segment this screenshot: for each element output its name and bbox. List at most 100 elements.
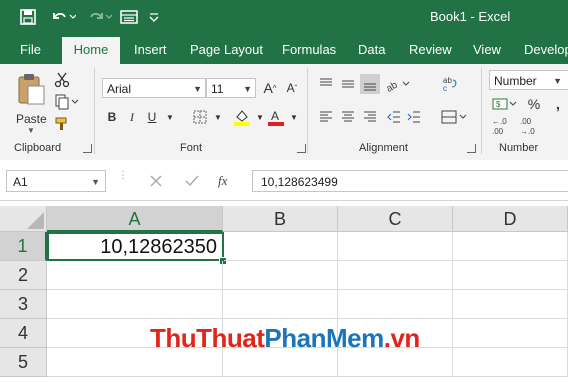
tab-developer[interactable]: Develop	[524, 35, 568, 64]
decrease-font-size-icon[interactable]: Aˇ	[282, 78, 302, 98]
cell-a2[interactable]	[47, 261, 223, 290]
tab-page-layout[interactable]: Page Layout	[190, 35, 263, 64]
form-icon[interactable]	[118, 6, 140, 28]
tab-data[interactable]: Data	[358, 35, 385, 64]
increase-font-size-icon[interactable]: A ^	[260, 78, 280, 98]
orientation-icon[interactable]: ab	[384, 74, 412, 94]
paste-dropdown-icon[interactable]: ▼	[27, 126, 35, 135]
number-format-combo[interactable]: Number ▼	[489, 70, 568, 90]
tab-insert[interactable]: Insert	[134, 35, 167, 64]
svg-text:ab: ab	[385, 79, 400, 92]
group-divider	[94, 68, 95, 154]
number-group-label: Number	[499, 142, 539, 154]
formula-bar-divider-dots[interactable]: ⋮	[118, 171, 128, 189]
italic-icon[interactable]: I	[122, 107, 142, 127]
number-format-value: Number	[494, 74, 537, 88]
cell-d1[interactable]	[453, 232, 568, 261]
merge-center-icon[interactable]	[440, 107, 468, 127]
cell-b3[interactable]	[223, 290, 338, 319]
align-left-icon[interactable]	[316, 107, 336, 127]
bold-icon[interactable]: B	[102, 107, 122, 127]
enter-check-icon[interactable]	[182, 171, 202, 191]
cell-a3[interactable]	[47, 290, 223, 319]
cell-a1[interactable]: 10,12862350	[47, 232, 224, 261]
tab-file[interactable]: File	[20, 35, 41, 64]
cut-icon[interactable]	[52, 70, 72, 90]
tab-review[interactable]: Review	[409, 35, 452, 64]
font-group-label: Font	[180, 142, 203, 154]
column-header-c[interactable]: C	[338, 206, 453, 232]
align-middle-icon[interactable]	[338, 74, 358, 94]
format-painter-icon[interactable]	[52, 114, 72, 134]
comma-style-icon[interactable]: ,	[548, 94, 568, 114]
row-header-4[interactable]: 4	[0, 319, 47, 348]
cell-c3[interactable]	[338, 290, 453, 319]
underline-dropdown-icon[interactable]: ▼	[160, 107, 180, 127]
name-box[interactable]: A1 ▼	[6, 170, 106, 192]
watermark-part-3: .vn	[383, 323, 421, 353]
select-all-corner[interactable]	[0, 206, 47, 232]
cell-d5[interactable]	[453, 348, 568, 377]
insert-function-button[interactable]: fx	[218, 171, 240, 191]
cell-c1[interactable]	[338, 232, 453, 261]
font-size-value: 11	[211, 82, 224, 96]
redo-icon[interactable]	[84, 6, 114, 28]
cancel-icon[interactable]	[146, 171, 166, 191]
formula-content: 10,128623499	[261, 175, 338, 189]
underline-icon[interactable]: U	[142, 107, 162, 127]
cell-d3[interactable]	[453, 290, 568, 319]
align-right-icon[interactable]	[360, 107, 380, 127]
title-bar: Book1 - Excel	[0, 0, 568, 35]
alignment-group-label: Alignment	[359, 142, 408, 154]
borders-icon[interactable]	[190, 107, 210, 127]
row-header-2[interactable]: 2	[0, 261, 47, 290]
align-top-icon[interactable]	[316, 74, 336, 94]
group-divider	[481, 68, 482, 154]
alignment-launcher-icon[interactable]	[467, 144, 476, 153]
wrap-text-icon[interactable]: ab c	[440, 74, 460, 94]
undo-icon[interactable]	[48, 6, 78, 28]
align-bottom-icon[interactable]	[360, 74, 380, 94]
column-header-b[interactable]: B	[223, 206, 338, 232]
cell-d4[interactable]	[453, 319, 568, 348]
cell-b1[interactable]	[224, 232, 338, 261]
paste-label: Paste	[16, 112, 47, 126]
row-header-1[interactable]: 1	[0, 232, 47, 261]
decrease-decimal-icon[interactable]: .00 →.0	[518, 116, 542, 136]
chevron-down-icon[interactable]: ▼	[91, 171, 100, 193]
row-header-3[interactable]: 3	[0, 290, 47, 319]
tab-home[interactable]: Home	[62, 37, 120, 64]
copy-icon[interactable]	[52, 92, 82, 112]
formula-input[interactable]: 10,128623499	[252, 170, 568, 192]
save-icon[interactable]	[16, 6, 40, 28]
increase-indent-icon[interactable]	[404, 107, 424, 127]
window-title: Book1 - Excel	[430, 9, 511, 24]
svg-text:.00: .00	[492, 127, 504, 136]
font-size-combo[interactable]: 11 ▼	[206, 78, 256, 98]
decrease-indent-icon[interactable]	[384, 107, 404, 127]
tab-formulas[interactable]: Formulas	[282, 35, 336, 64]
font-name-combo[interactable]: Arial ▼	[102, 78, 206, 98]
cell-d2[interactable]	[453, 261, 568, 290]
cell-b2[interactable]	[223, 261, 338, 290]
borders-dropdown-icon[interactable]: ▼	[208, 107, 228, 127]
font-color-dropdown-icon[interactable]: ▼	[284, 107, 304, 127]
align-center-icon[interactable]	[338, 107, 358, 127]
clipboard-launcher-icon[interactable]	[83, 144, 92, 153]
column-header-a[interactable]: A	[47, 206, 223, 232]
cell-a1-value: 10,12862350	[100, 236, 217, 258]
font-color-icon[interactable]: A	[266, 107, 286, 127]
cell-c2[interactable]	[338, 261, 453, 290]
accounting-format-icon[interactable]: $	[490, 94, 518, 114]
chevron-down-icon[interactable]	[146, 6, 162, 28]
font-launcher-icon[interactable]	[297, 144, 306, 153]
row-header-5[interactable]: 5	[0, 348, 47, 377]
tab-view[interactable]: View	[473, 35, 501, 64]
increase-decimal-icon[interactable]: ←.0.00	[490, 116, 514, 136]
chevron-down-icon: ▼	[243, 84, 252, 94]
percent-style-icon[interactable]: %	[524, 94, 544, 114]
watermark-part-1: ThuThuat	[150, 323, 265, 353]
paste-button[interactable]: Paste ▼	[10, 70, 50, 135]
fill-color-icon[interactable]	[232, 107, 252, 127]
column-header-d[interactable]: D	[453, 206, 568, 232]
